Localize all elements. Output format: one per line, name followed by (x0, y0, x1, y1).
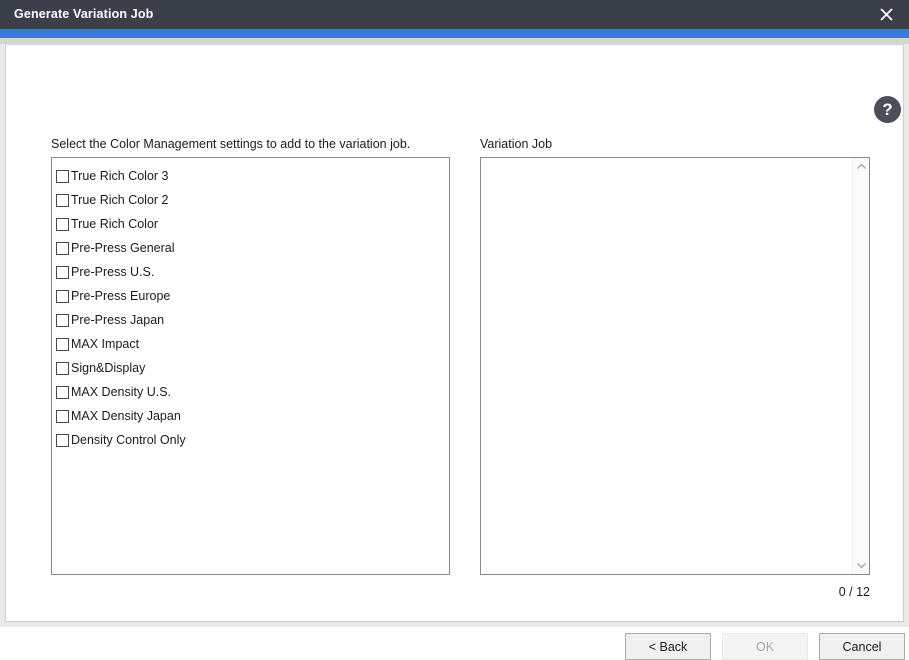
list-item[interactable]: True Rich Color 3 (52, 164, 449, 188)
list-item-label: True Rich Color 3 (71, 168, 169, 183)
window-right-edge (904, 38, 909, 627)
list-item[interactable]: Pre-Press Japan (52, 308, 449, 332)
checkbox-icon[interactable] (56, 265, 69, 279)
list-item[interactable]: True Rich Color 2 (52, 188, 449, 212)
checkbox-icon[interactable] (56, 337, 69, 351)
chevron-down-icon (857, 563, 866, 569)
scroll-down-button[interactable] (853, 557, 869, 574)
variation-job-list[interactable] (480, 157, 870, 575)
checkbox-icon[interactable] (56, 169, 69, 183)
scroll-up-button[interactable] (853, 158, 869, 175)
checkbox-icon[interactable] (56, 217, 69, 231)
list-item[interactable]: MAX Density U.S. (52, 380, 449, 404)
list-item-label: True Rich Color 2 (71, 192, 169, 207)
window-title: Generate Variation Job (14, 7, 154, 21)
list-item[interactable]: Pre-Press General (52, 236, 449, 260)
variation-job-scrollbar[interactable] (852, 158, 869, 574)
list-item-label: True Rich Color (71, 216, 159, 231)
list-item-label: Pre-Press U.S. (71, 264, 155, 279)
list-item[interactable]: True Rich Color (52, 212, 449, 236)
list-item-label: Density Control Only (71, 432, 186, 447)
window-bottom-edge (0, 622, 909, 627)
cancel-button[interactable]: Cancel (819, 633, 905, 660)
dialog-content: ? Select the Color Management settings t… (5, 44, 905, 660)
selection-counter: 0 / 12 (838, 585, 870, 599)
list-item-label: MAX Density U.S. (71, 384, 172, 399)
chevron-up-icon (857, 163, 866, 169)
checkbox-icon[interactable] (56, 433, 69, 447)
list-item[interactable]: MAX Impact (52, 332, 449, 356)
list-item-label: MAX Impact (71, 336, 140, 351)
list-item-label: Pre-Press General (71, 240, 175, 255)
checkbox-icon[interactable] (56, 385, 69, 399)
checkbox-icon[interactable] (56, 241, 69, 255)
list-item[interactable]: Pre-Press Europe (52, 284, 449, 308)
checkbox-icon[interactable] (56, 193, 69, 207)
title-bar: Generate Variation Job (0, 0, 909, 29)
list-item-label: Pre-Press Japan (71, 312, 165, 327)
checkbox-icon[interactable] (56, 409, 69, 423)
list-item-label: MAX Density Japan (71, 408, 181, 423)
generate-variation-job-dialog: Generate Variation Job ? Select the Colo… (0, 0, 909, 660)
list-item-label: Sign&Display (71, 360, 146, 375)
list-item-label: Pre-Press Europe (71, 288, 171, 303)
color-management-list[interactable]: True Rich Color 3 True Rich Color 2 True R… (51, 157, 450, 575)
color-management-label: Select the Color Management settings to … (51, 137, 411, 151)
list-item[interactable]: Density Control Only (52, 428, 449, 452)
checkbox-icon[interactable] (56, 313, 69, 327)
variation-job-label: Variation Job (480, 137, 553, 151)
variation-job-list-content[interactable] (481, 158, 852, 574)
accent-bar (0, 29, 909, 38)
checkbox-icon[interactable] (56, 361, 69, 375)
back-button[interactable]: < Back (625, 633, 711, 660)
list-item[interactable]: Pre-Press U.S. (52, 260, 449, 284)
checkbox-icon[interactable] (56, 289, 69, 303)
dialog-button-row: < Back OK Cancel (625, 633, 905, 660)
list-item[interactable]: Sign&Display (52, 356, 449, 380)
help-icon[interactable]: ? (874, 96, 901, 123)
close-button[interactable] (863, 0, 909, 29)
close-icon (879, 8, 893, 21)
scrollbar-track[interactable] (853, 175, 869, 557)
ok-button: OK (722, 633, 808, 660)
list-item[interactable]: MAX Density Japan (52, 404, 449, 428)
